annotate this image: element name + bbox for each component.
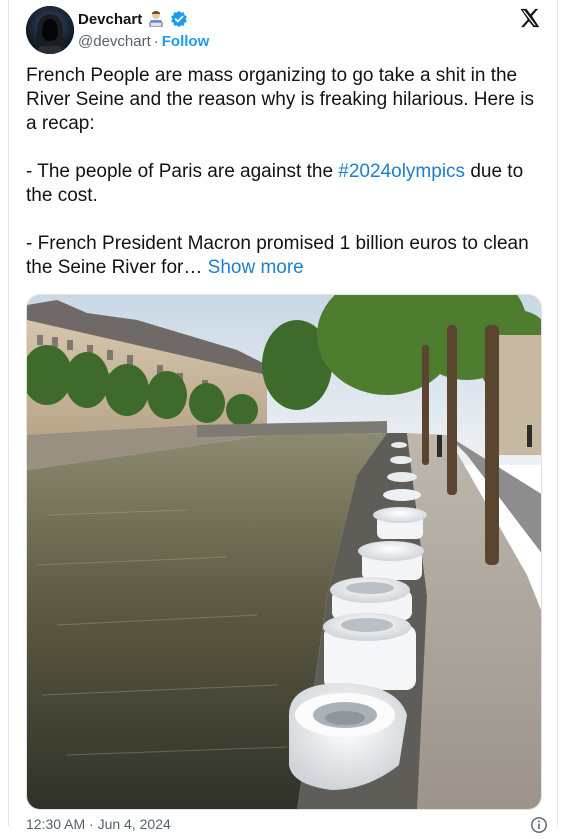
tweet-media-image[interactable] — [26, 294, 542, 810]
separator: · — [153, 33, 159, 50]
avatar[interactable] — [26, 6, 74, 54]
paragraph-2-prefix: - The people of Paris are against the — [26, 161, 339, 182]
seine-toilets-photo — [27, 295, 541, 809]
technologist-emoji-icon — [146, 9, 166, 29]
follow-button[interactable]: Follow — [162, 33, 210, 50]
tweet-paragraph-3: - French President Macron promised 1 bil… — [26, 232, 544, 280]
author-name[interactable]: Devchart — [78, 11, 142, 28]
author-handle[interactable]: @devchart — [78, 33, 151, 50]
tweet-paragraph-2: - The people of Paris are against the #2… — [26, 160, 544, 208]
hashtag-link[interactable]: #2024olympics — [338, 161, 465, 182]
x-logo-icon[interactable] — [518, 7, 540, 29]
author-handle-row: @devchart · Follow — [78, 33, 209, 50]
author-name-row: Devchart — [78, 9, 188, 29]
show-more-link[interactable]: Show more — [208, 257, 304, 278]
tweet-card: Devchart @devchart · Follow French People … — [8, 0, 558, 833]
tweet-timestamp[interactable]: 12:30 AM · Jun 4, 2024 — [26, 816, 171, 832]
hooded-figure-avatar-image — [26, 6, 74, 54]
tweet-paragraph-1: French People are mass organizing to go … — [26, 65, 534, 134]
verified-badge-icon — [170, 10, 188, 28]
info-icon[interactable] — [530, 816, 548, 834]
tweet-text: French People are mass organizing to go … — [26, 64, 544, 304]
